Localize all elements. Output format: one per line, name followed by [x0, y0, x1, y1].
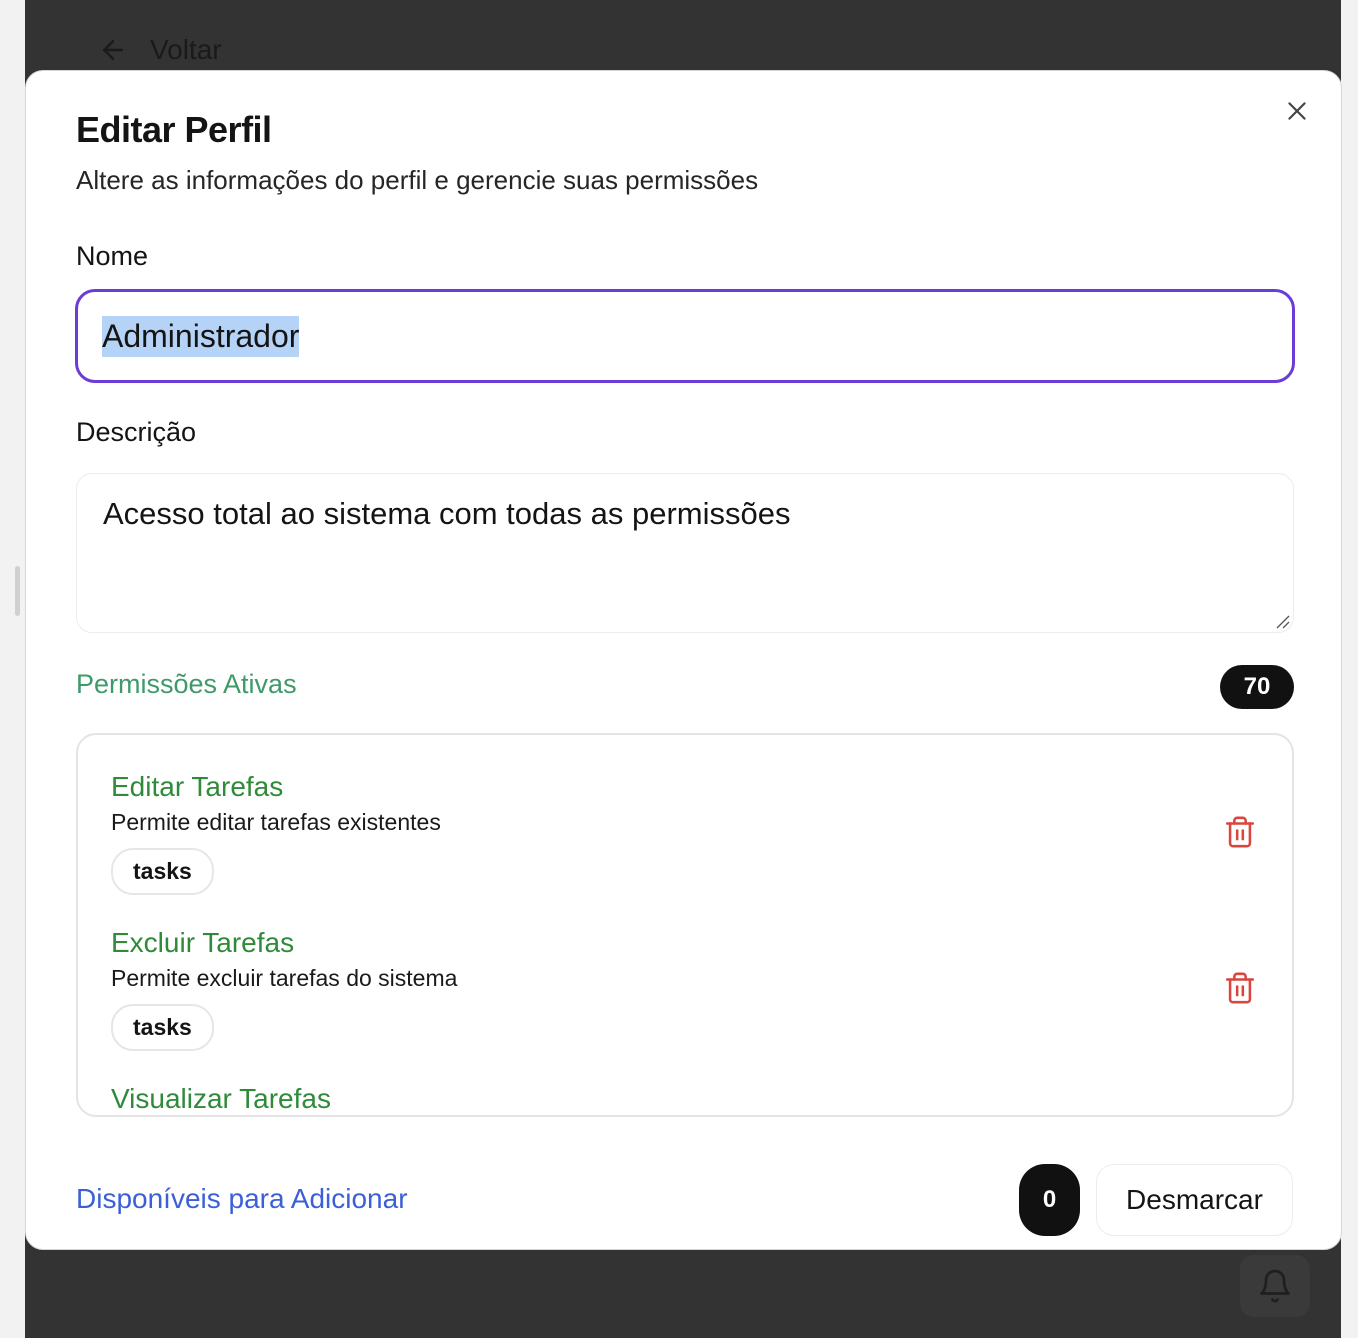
- notifications-button[interactable]: [1240, 1255, 1310, 1317]
- dialog-subtitle: Altere as informações do perfil e gerenc…: [76, 165, 759, 195]
- right-edge: [1341, 0, 1358, 1338]
- available-permissions-title: Disponíveis para Adicionar: [76, 1183, 408, 1214]
- permission-name: Visualizar Tarefas: [111, 1083, 331, 1114]
- edit-profile-dialog: Editar Perfil Altere as informações do p…: [25, 70, 1342, 1250]
- bell-icon: [1260, 1269, 1290, 1303]
- name-label: Nome: [76, 241, 149, 271]
- resize-handle[interactable]: [15, 566, 20, 616]
- permission-tag: tasks: [111, 1004, 214, 1051]
- trash-icon[interactable]: [1223, 971, 1257, 1005]
- permission-name: Editar Tarefas: [111, 771, 284, 802]
- arrow-left-icon: [103, 40, 123, 60]
- close-icon: [1288, 102, 1306, 120]
- description-textarea[interactable]: Acesso total ao sistema com todas as per…: [76, 473, 1294, 633]
- back-label: Voltar: [150, 34, 222, 65]
- active-permissions-title: Permissões Ativas: [76, 669, 297, 699]
- left-edge: [0, 0, 25, 1338]
- name-input[interactable]: Administrador: [75, 289, 1295, 383]
- permission-tag: tasks: [111, 848, 214, 895]
- dialog-title: Editar Perfil: [76, 109, 272, 150]
- active-permissions-list[interactable]: Editar Tarefas Permite editar tarefas ex…: [76, 733, 1294, 1117]
- permission-name: Excluir Tarefas: [111, 927, 295, 958]
- permission-item: Excluir Tarefas Permite excluir tarefas …: [111, 927, 1261, 1051]
- permission-item: Visualizar Tarefas: [111, 1083, 1261, 1115]
- permission-description: Permite editar tarefas existentes: [111, 809, 441, 835]
- name-input-value: Administrador: [102, 315, 300, 357]
- trash-icon[interactable]: [1223, 815, 1257, 849]
- description-label: Descrição: [76, 417, 197, 447]
- back-link[interactable]: Voltar: [98, 28, 222, 72]
- close-button[interactable]: [1279, 93, 1315, 129]
- active-permissions-count: 70: [1220, 665, 1294, 709]
- permission-description: Permite excluir tarefas do sistema: [111, 965, 458, 991]
- resize-grip-icon[interactable]: [1273, 612, 1291, 630]
- uncheck-button[interactable]: Desmarcar: [1096, 1164, 1293, 1236]
- selected-count-badge: 0: [1019, 1164, 1080, 1236]
- permission-item: Editar Tarefas Permite editar tarefas ex…: [111, 771, 1261, 895]
- description-value: Acesso total ao sistema com todas as per…: [103, 496, 791, 531]
